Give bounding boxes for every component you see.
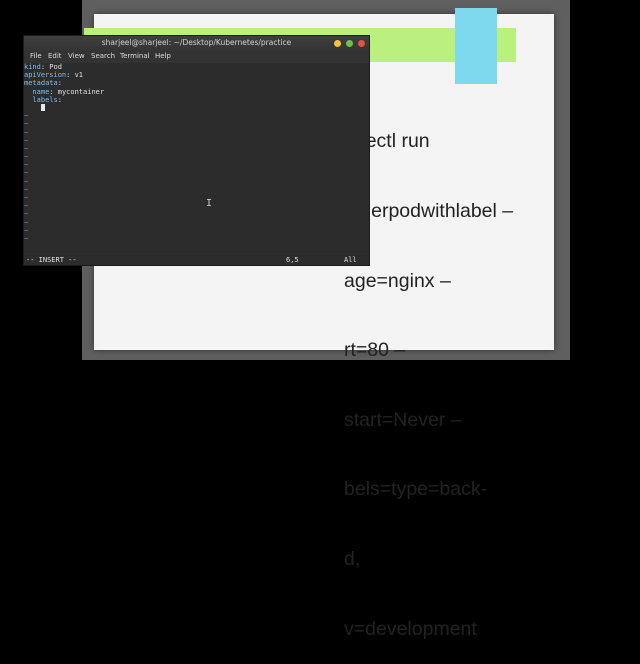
menu-terminal[interactable]: Terminal bbox=[120, 52, 150, 60]
scroll-indicator: All bbox=[344, 256, 357, 264]
slide-line: start=Never – bbox=[344, 408, 462, 431]
terminal-window[interactable]: sharjeel@sharjeel: ~/Desktop/Kubernetes/… bbox=[23, 35, 370, 266]
vim-editor[interactable]: kind: Pod apiVersion: v1 metadata: name:… bbox=[24, 63, 369, 253]
cursor-position: 6,5 bbox=[286, 256, 299, 264]
menu-help[interactable]: Help bbox=[155, 52, 171, 60]
empty-line-marker: ~ bbox=[24, 169, 29, 178]
minimize-button[interactable] bbox=[334, 40, 341, 47]
empty-line-marker: ~ bbox=[24, 112, 29, 121]
slide-line: rt=80 – bbox=[344, 339, 406, 362]
slide-line: otherpodwithlabel – bbox=[344, 200, 514, 223]
code-line: metadata: bbox=[24, 79, 62, 88]
empty-line-marker: ~ bbox=[24, 234, 29, 243]
menu-view[interactable]: View bbox=[68, 52, 85, 60]
terminal-titlebar[interactable]: sharjeel@sharjeel: ~/Desktop/Kubernetes/… bbox=[24, 36, 369, 51]
empty-line-marker: ~ bbox=[24, 202, 29, 211]
slide-line: bels=type=back- bbox=[344, 478, 488, 501]
cursor-line bbox=[24, 103, 369, 112]
empty-line-marker: ~ bbox=[24, 226, 29, 235]
empty-line-marker: ~ bbox=[24, 161, 29, 170]
window-title: sharjeel@sharjeel: ~/Desktop/Kubernetes/… bbox=[101, 38, 292, 47]
mode-indicator: -- INSERT -- bbox=[26, 256, 77, 264]
empty-line-marker: ~ bbox=[24, 120, 29, 129]
slide-accent-bar bbox=[455, 8, 497, 84]
empty-line-marker: ~ bbox=[24, 128, 29, 137]
code-line: labels: bbox=[24, 95, 62, 104]
slide-body-text: ubectl run otherpodwithlabel – age=nginx… bbox=[344, 84, 574, 664]
terminal-menubar: File Edit View Search Terminal Help bbox=[24, 51, 369, 63]
menu-file[interactable]: File bbox=[30, 52, 42, 60]
empty-line-marker: ~ bbox=[24, 218, 29, 227]
slide-line: v=development bbox=[344, 617, 477, 640]
mouse-ibeam-icon: I bbox=[206, 198, 213, 209]
empty-line-marker: ~ bbox=[24, 194, 29, 202]
slide-line: age=nginx – bbox=[344, 269, 451, 292]
close-button[interactable] bbox=[358, 40, 365, 47]
text-cursor bbox=[40, 103, 45, 111]
empty-line-marker: ~ bbox=[24, 210, 29, 219]
empty-line-marker: ~ bbox=[24, 185, 29, 194]
empty-line-marker: ~ bbox=[24, 136, 29, 145]
menu-edit[interactable]: Edit bbox=[48, 52, 62, 60]
maximize-button[interactable] bbox=[346, 40, 353, 47]
vim-statusline: -- INSERT -- 6,5 All bbox=[24, 255, 369, 265]
slide-line: d, bbox=[344, 548, 361, 571]
menu-search[interactable]: Search bbox=[91, 52, 115, 60]
empty-line-marker: ~ bbox=[24, 153, 29, 162]
code-line: name: mycontainer bbox=[24, 87, 105, 96]
code-line: kind: Pod bbox=[24, 63, 62, 71]
code-line: apiVersion: v1 bbox=[24, 71, 84, 80]
empty-line-marker: ~ bbox=[24, 177, 29, 186]
empty-line-marker: ~ bbox=[24, 144, 29, 153]
slide-line: ubectl run bbox=[344, 130, 430, 153]
